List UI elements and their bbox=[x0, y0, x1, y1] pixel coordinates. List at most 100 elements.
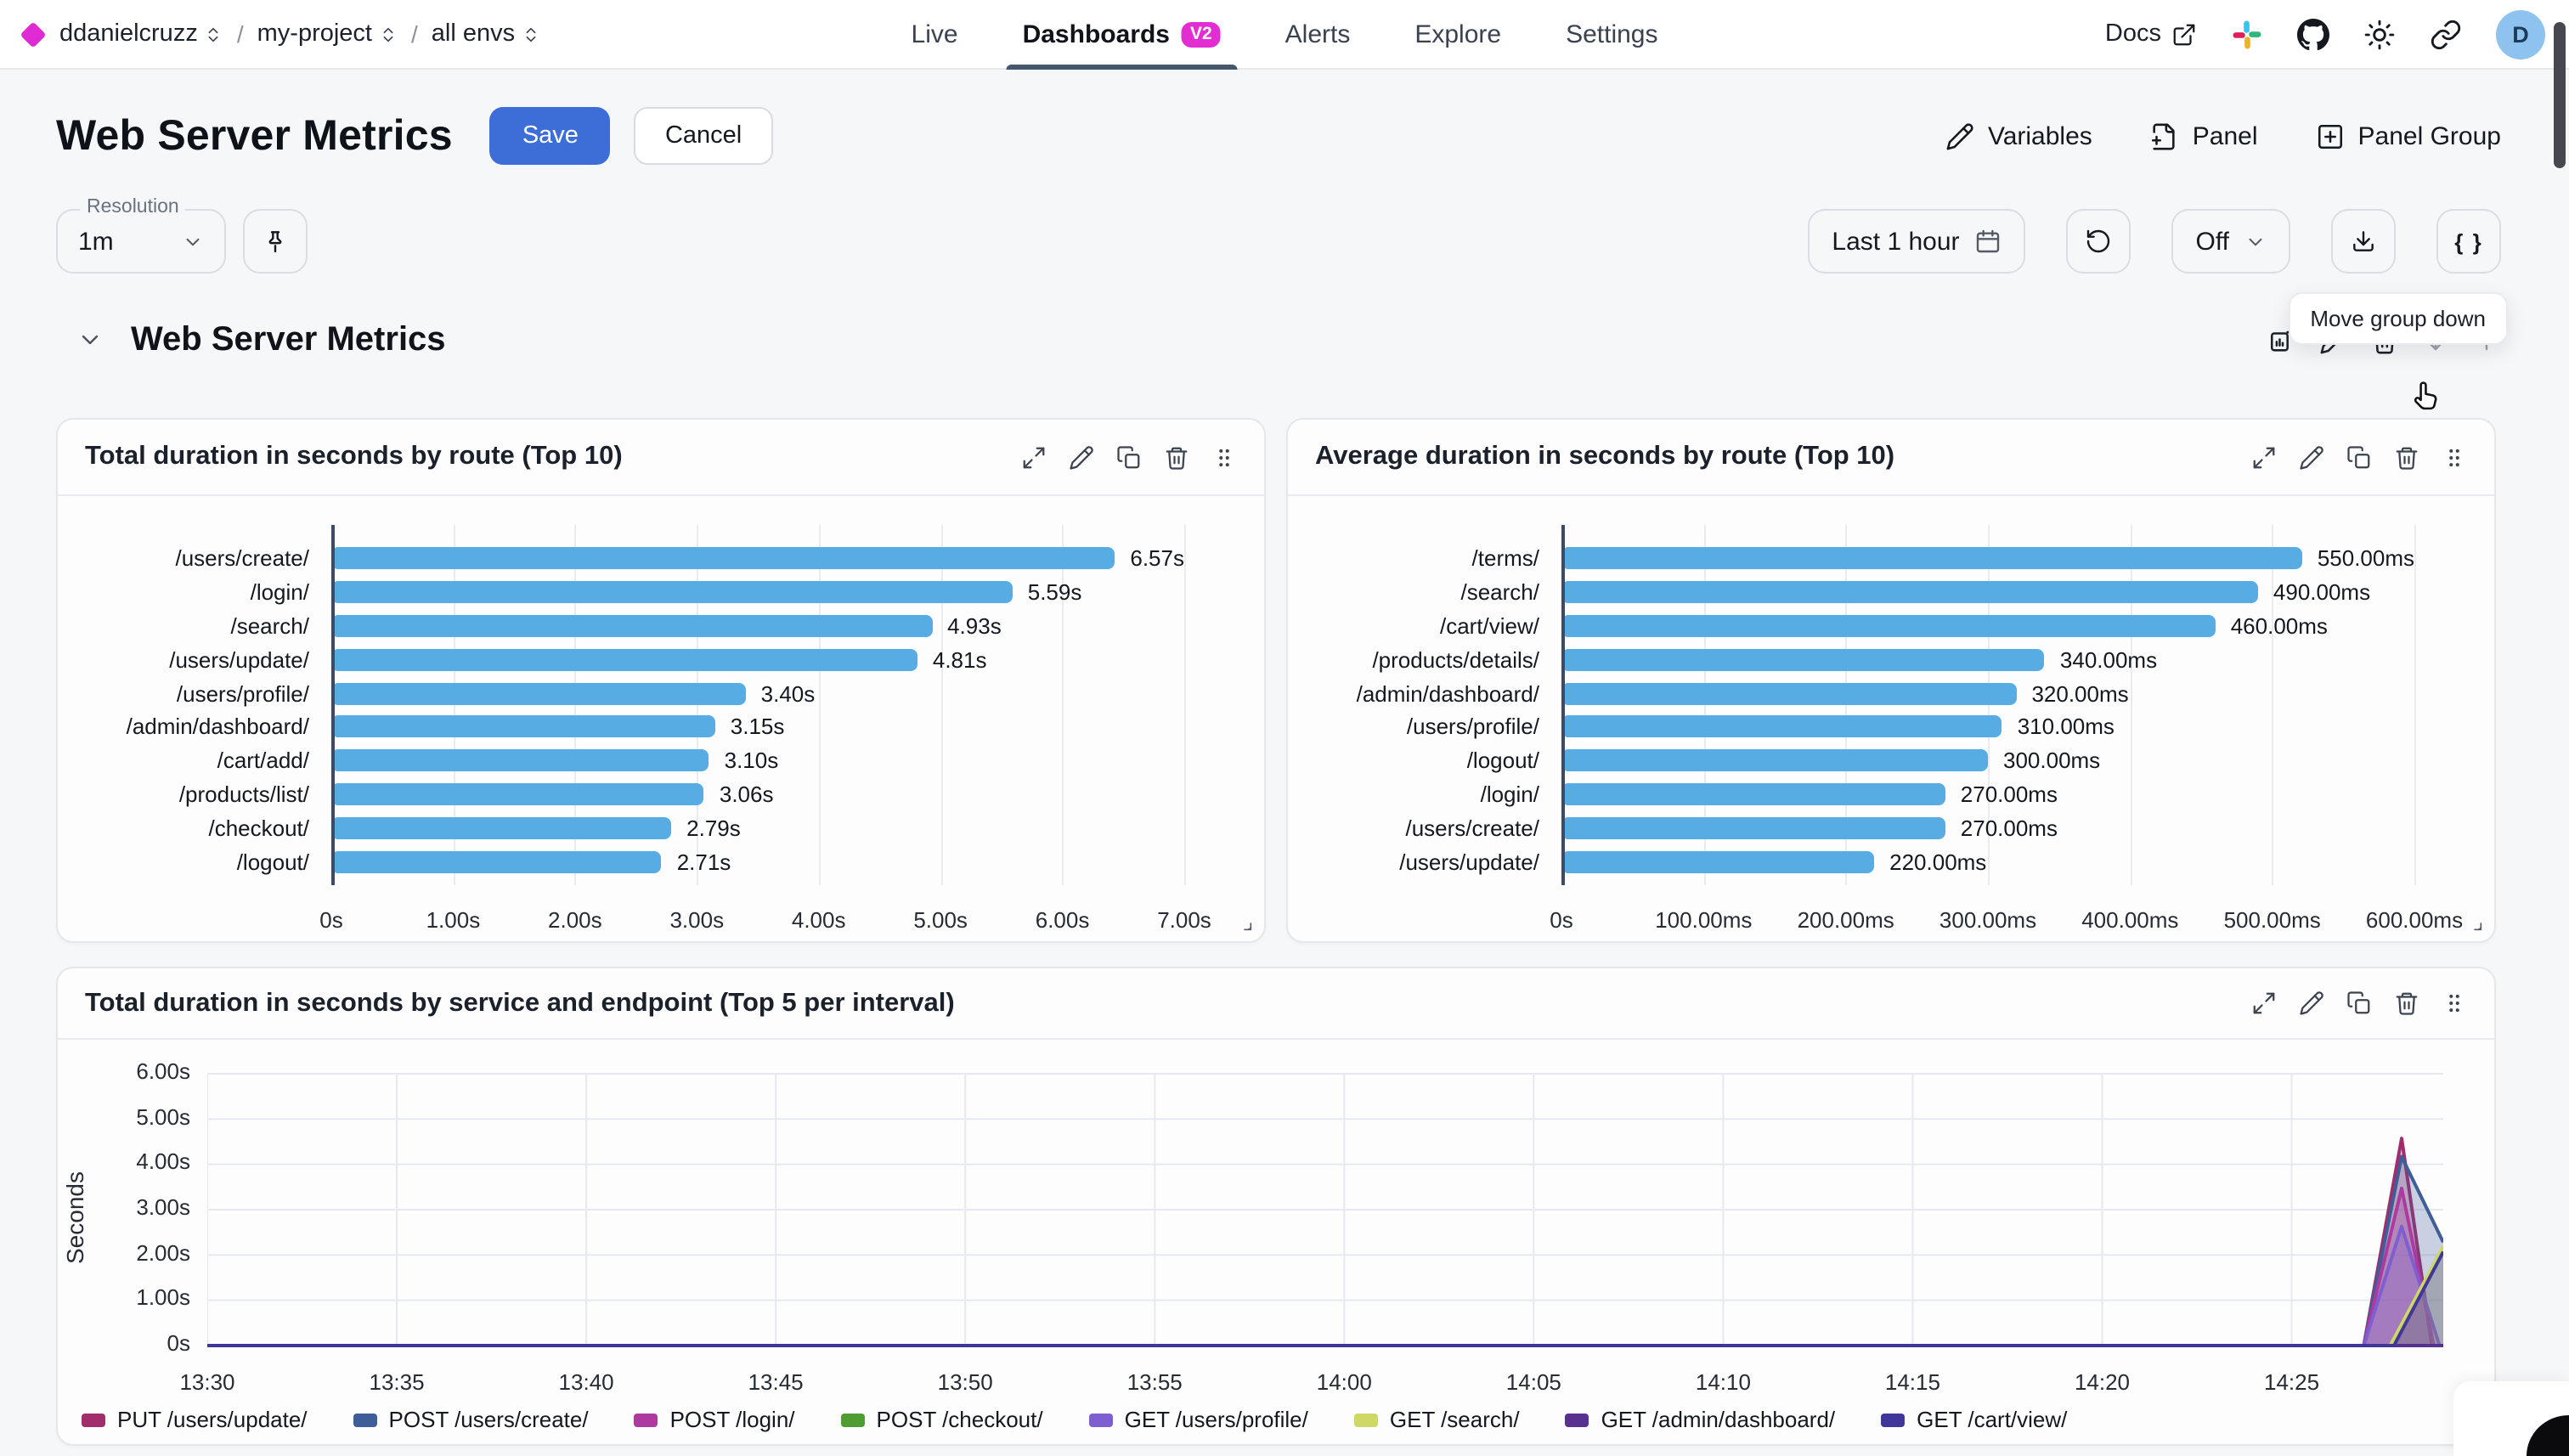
panel-total-duration-by-route: Total duration in seconds by route (Top … bbox=[56, 418, 1266, 943]
legend-item[interactable]: PUT /users/update/ bbox=[82, 1407, 308, 1432]
bar bbox=[331, 649, 918, 671]
github-icon[interactable] bbox=[2297, 18, 2329, 50]
x-tick: 5.00s bbox=[913, 907, 968, 933]
x-tick: 300.00ms bbox=[1939, 907, 2036, 933]
edit-panel-icon[interactable] bbox=[2299, 444, 2324, 470]
resolution-select[interactable]: Resolution 1m bbox=[56, 209, 226, 274]
nav-label: Alerts bbox=[1285, 20, 1351, 49]
bar bbox=[331, 783, 704, 805]
json-view-button[interactable]: { } bbox=[2436, 209, 2501, 274]
chevrons-up-down-icon bbox=[205, 25, 223, 43]
value-label: 3.10s bbox=[725, 748, 779, 773]
nav-label: Settings bbox=[1566, 20, 1657, 49]
bar-row: /logout/300.00ms bbox=[1561, 744, 2414, 778]
bar bbox=[331, 749, 709, 771]
panel-title: Total duration in seconds by service and… bbox=[85, 988, 2227, 1019]
nav-item-dashboards[interactable]: DashboardsV2 bbox=[1023, 0, 1221, 70]
legend-swatch bbox=[1354, 1413, 1378, 1426]
panel-average-duration-by-route: Average duration in seconds by route (To… bbox=[1286, 418, 2496, 943]
expand-panel-icon[interactable] bbox=[2251, 444, 2277, 470]
filePlus-icon bbox=[2150, 121, 2179, 150]
category-label: /search/ bbox=[1461, 579, 1540, 605]
nav-item-live[interactable]: Live bbox=[912, 0, 958, 70]
edit-panel-icon[interactable] bbox=[1069, 444, 1094, 470]
legend-item[interactable]: GET /search/ bbox=[1354, 1407, 1520, 1432]
refresh-button[interactable] bbox=[2067, 209, 2131, 274]
drag-handle-icon[interactable] bbox=[2442, 444, 2467, 470]
y-tick: 5.00s bbox=[82, 1103, 190, 1129]
duplicate-panel-icon[interactable] bbox=[2346, 444, 2372, 470]
delete-panel-icon[interactable] bbox=[2394, 990, 2419, 1016]
x-tick: 14:25 bbox=[2264, 1369, 2319, 1395]
drag-handle-icon[interactable] bbox=[2442, 990, 2467, 1016]
cancel-button[interactable]: Cancel bbox=[635, 107, 772, 165]
nav-item-settings[interactable]: Settings bbox=[1566, 0, 1657, 70]
edit-panel-icon[interactable] bbox=[2299, 990, 2324, 1016]
y-tick: 6.00s bbox=[82, 1058, 190, 1084]
bar bbox=[1561, 581, 2258, 603]
legend-swatch bbox=[353, 1413, 377, 1426]
breadcrumb-item[interactable]: all envs bbox=[432, 20, 540, 48]
brand-logo-icon[interactable] bbox=[20, 20, 46, 47]
download-button[interactable] bbox=[2331, 209, 2396, 274]
expand-panel-icon[interactable] bbox=[1021, 444, 1047, 470]
resize-handle-icon[interactable] bbox=[1235, 914, 1254, 933]
slack-icon[interactable] bbox=[2231, 18, 2263, 50]
auto-refresh-select[interactable]: Off bbox=[2172, 209, 2290, 274]
save-button[interactable]: Save bbox=[490, 107, 611, 165]
area-plot bbox=[207, 1070, 2443, 1352]
nav-label: Live bbox=[912, 20, 958, 49]
resize-handle-icon[interactable] bbox=[2465, 914, 2484, 933]
variables-button[interactable]: Variables bbox=[1945, 121, 2092, 150]
x-tick: 1.00s bbox=[426, 907, 481, 933]
legend-item[interactable]: POST /users/create/ bbox=[353, 1407, 589, 1432]
theme-toggle-icon[interactable] bbox=[2363, 18, 2396, 50]
legend-item[interactable]: POST /checkout/ bbox=[841, 1407, 1043, 1432]
panel-group-button[interactable]: Panel Group bbox=[2316, 121, 2501, 150]
value-label: 5.59s bbox=[1028, 579, 1082, 605]
duplicate-panel-icon[interactable] bbox=[1116, 444, 1142, 470]
x-tick: 14:00 bbox=[1317, 1369, 1372, 1395]
avatar[interactable]: D bbox=[2496, 9, 2545, 59]
docs-label: Docs bbox=[2105, 20, 2161, 48]
resolution-value: 1m bbox=[78, 227, 168, 256]
delete-panel-icon[interactable] bbox=[1164, 444, 1189, 470]
value-label: 460.00ms bbox=[2231, 613, 2328, 639]
nav-item-alerts[interactable]: Alerts bbox=[1285, 0, 1351, 70]
value-label: 320.00ms bbox=[2031, 680, 2128, 706]
expand-panel-icon[interactable] bbox=[2251, 990, 2277, 1016]
bar-chart: /users/create/6.57s/login/5.59s/search/4… bbox=[58, 542, 1264, 938]
x-tick: 13:55 bbox=[1127, 1369, 1183, 1395]
legend-item[interactable]: GET /admin/dashboard/ bbox=[1566, 1407, 1836, 1432]
share-link-icon[interactable] bbox=[2430, 18, 2462, 50]
scrollbar-thumb[interactable] bbox=[2554, 22, 2566, 168]
value-label: 2.71s bbox=[677, 849, 731, 874]
breadcrumb-item[interactable]: my-project bbox=[257, 20, 398, 48]
x-tick: 13:45 bbox=[748, 1369, 804, 1395]
time-range-button[interactable]: Last 1 hour bbox=[1808, 209, 2025, 274]
drag-handle-icon[interactable] bbox=[1211, 444, 1237, 470]
action-label: Variables bbox=[1988, 121, 2092, 150]
legend-item[interactable]: POST /login/ bbox=[635, 1407, 795, 1432]
chevrons-up-down-icon bbox=[522, 25, 540, 43]
category-label: /terms/ bbox=[1472, 546, 1539, 572]
breadcrumb-item[interactable]: ddanielcruzz bbox=[59, 20, 223, 48]
panel-button[interactable]: Panel bbox=[2150, 121, 2258, 150]
bar-row: /logout/2.71s bbox=[331, 844, 1184, 878]
mouse-cursor-hand bbox=[2408, 377, 2445, 415]
bar-row: /checkout/2.79s bbox=[331, 811, 1184, 845]
pin-button[interactable] bbox=[243, 209, 308, 274]
legend-item[interactable]: GET /cart/view/ bbox=[1881, 1407, 2067, 1432]
bar-row: /admin/dashboard/320.00ms bbox=[1561, 676, 2414, 710]
docs-link[interactable]: Docs bbox=[2105, 20, 2197, 48]
legend-item[interactable]: GET /users/profile/ bbox=[1089, 1407, 1308, 1432]
dashboard-toolbar: Web Server Metrics Save Cancel Variables… bbox=[0, 107, 2569, 165]
legend-label: GET /admin/dashboard/ bbox=[1601, 1407, 1836, 1432]
legend-label: GET /users/profile/ bbox=[1125, 1407, 1308, 1432]
bar-row: /users/create/6.57s bbox=[331, 542, 1184, 576]
nav-item-explore[interactable]: Explore bbox=[1414, 0, 1501, 70]
delete-panel-icon[interactable] bbox=[2394, 444, 2419, 470]
duplicate-panel-icon[interactable] bbox=[2346, 990, 2372, 1016]
collapse-group-icon[interactable] bbox=[76, 326, 104, 353]
x-tick: 0s bbox=[1550, 907, 1572, 933]
